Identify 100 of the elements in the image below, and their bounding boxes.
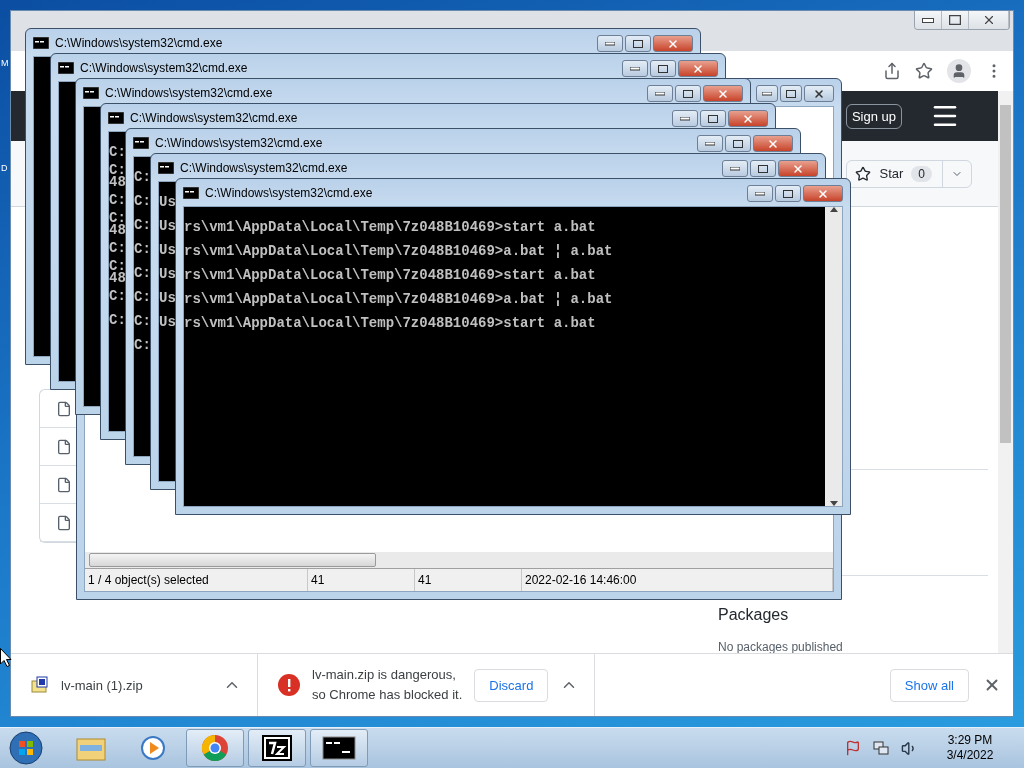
clock[interactable]: 3:29 PM 3/4/2022: [930, 733, 1010, 763]
maximize-button[interactable]: [725, 135, 751, 152]
minimize-button[interactable]: [915, 11, 942, 29]
maximize-icon: [633, 39, 643, 48]
show-all-button[interactable]: Show all: [889, 668, 969, 702]
window-title: C:\Windows\system32\cmd.exe: [180, 160, 349, 175]
close-icon: [742, 112, 754, 125]
console-line: C:: [134, 216, 151, 235]
window-title: C:\Windows\system32\cmd.exe: [80, 60, 249, 75]
status-text: 41: [308, 569, 415, 591]
download-filename: lv-main (1).zip: [61, 677, 144, 693]
minimize-icon: [680, 116, 690, 121]
share-icon[interactable]: [883, 62, 901, 80]
minimize-icon: [922, 17, 934, 23]
horizontal-scrollbar[interactable]: [85, 552, 833, 568]
sign-up-button[interactable]: Sign up: [845, 103, 902, 129]
discard-button[interactable]: Discard: [474, 668, 549, 702]
console-line: rs\vm1\AppData\Local\Temp\7z048B10469>a.bat ¦ a.bat: [184, 290, 613, 309]
maximize-icon: [949, 15, 961, 25]
profile-icon[interactable]: [947, 59, 971, 83]
file-icon: [56, 476, 72, 493]
close-icon: [692, 62, 704, 75]
console-line: Us: [159, 241, 176, 260]
console-line: C:: [109, 287, 126, 306]
window-title: C:\Windows\system32\cmd.exe: [105, 85, 274, 100]
maximize-icon: [683, 89, 693, 98]
maximize-button[interactable]: [750, 160, 776, 177]
download-warning-message: lv-main.zip is dangerous, so Chrome has blocked it.: [312, 666, 463, 704]
taskbar-archiver-button[interactable]: [248, 729, 306, 767]
console-line: C:: [134, 288, 151, 307]
taskbar-browser-button[interactable]: [186, 729, 244, 767]
section-heading: Packages: [718, 606, 790, 624]
maximize-button[interactable]: [625, 35, 651, 52]
close-button[interactable]: [969, 11, 1009, 29]
console-line: Us: [159, 193, 176, 212]
network-icon[interactable]: [873, 740, 889, 756]
maximize-icon: [733, 139, 743, 148]
console-line: rs\vm1\AppData\Local\Temp\7z048B10469>a.bat ¦ a.bat: [184, 242, 613, 261]
console-icon: [108, 111, 124, 124]
console-line: rs\vm1\AppData\Local\Temp\7z048B10469>start a.bat: [184, 314, 596, 333]
close-icon: [717, 87, 729, 100]
maximize-button[interactable]: [780, 85, 802, 102]
console-line: C:: [109, 143, 126, 162]
status-text: 2022-02-16 14:46:00: [522, 569, 833, 591]
clock-time: 3:29 PM: [947, 733, 993, 748]
console-line: C:: [134, 264, 151, 283]
scrollbar[interactable]: [998, 91, 1013, 653]
start-button[interactable]: [6, 729, 46, 767]
close-icon: [813, 87, 825, 100]
window-title: C:\Windows\system32\cmd.exe: [55, 35, 224, 50]
status-text: 1 / 4 object(s) selected: [85, 569, 308, 591]
minimize-icon: [755, 191, 765, 196]
desktop-icon-label[interactable]: D: [1, 163, 8, 173]
taskbar-console-button[interactable]: [310, 729, 368, 767]
archive-file-icon: [31, 676, 49, 694]
bookmark-star-icon[interactable]: [915, 62, 933, 80]
maximize-button[interactable]: [675, 85, 701, 102]
console-line: Us: [159, 313, 176, 332]
star-count: 0: [911, 165, 932, 182]
maximize-icon: [708, 114, 718, 123]
maximize-icon: [758, 164, 768, 173]
console-icon: [183, 186, 199, 199]
console-line: rs\vm1\AppData\Local\Temp\7z048B10469>start a.bat: [184, 218, 596, 237]
maximize-icon: [658, 64, 668, 73]
section-text: No packages published: [718, 640, 844, 653]
console-icon: [133, 136, 149, 149]
maximize-icon: [783, 189, 793, 198]
download-item[interactable]: lv-main (1).zip: [11, 654, 258, 716]
console-line: C:: [109, 191, 126, 210]
archiver-logo-icon: [262, 735, 292, 761]
browser-logo-icon: [201, 734, 229, 762]
star-icon: [855, 165, 872, 182]
close-icon: [792, 162, 804, 175]
console-line: Us: [159, 289, 176, 308]
file-icon: [56, 514, 72, 531]
close-button[interactable]: [804, 85, 834, 102]
console-line: C:: [134, 192, 151, 211]
minimize-icon: [730, 166, 740, 171]
close-icon: [667, 37, 679, 50]
maximize-icon: [786, 89, 796, 98]
console-line: Us: [159, 217, 176, 236]
console-line: Us: [159, 265, 176, 284]
maximize-button[interactable]: [650, 60, 676, 77]
window-title: C:\Windows\system32\cmd.exe: [155, 135, 324, 150]
maximize-button[interactable]: [700, 110, 726, 127]
console-line: C: 48: [109, 212, 126, 236]
status-text: 41: [415, 569, 522, 591]
console-icon: [322, 736, 356, 760]
error-icon: [278, 674, 300, 696]
folder-icon: [76, 735, 106, 761]
maximize-button[interactable]: [775, 185, 801, 202]
maximize-button[interactable]: [942, 11, 969, 29]
scrollbar[interactable]: [825, 207, 842, 506]
desktop-icon-label[interactable]: M: [1, 58, 9, 68]
flag-icon[interactable]: [845, 740, 861, 756]
file-icon: [56, 400, 72, 417]
console-line: C: 48: [109, 164, 126, 188]
console-line: C:: [134, 240, 151, 259]
minimize-icon: [630, 66, 640, 71]
close-icon: [817, 187, 829, 200]
